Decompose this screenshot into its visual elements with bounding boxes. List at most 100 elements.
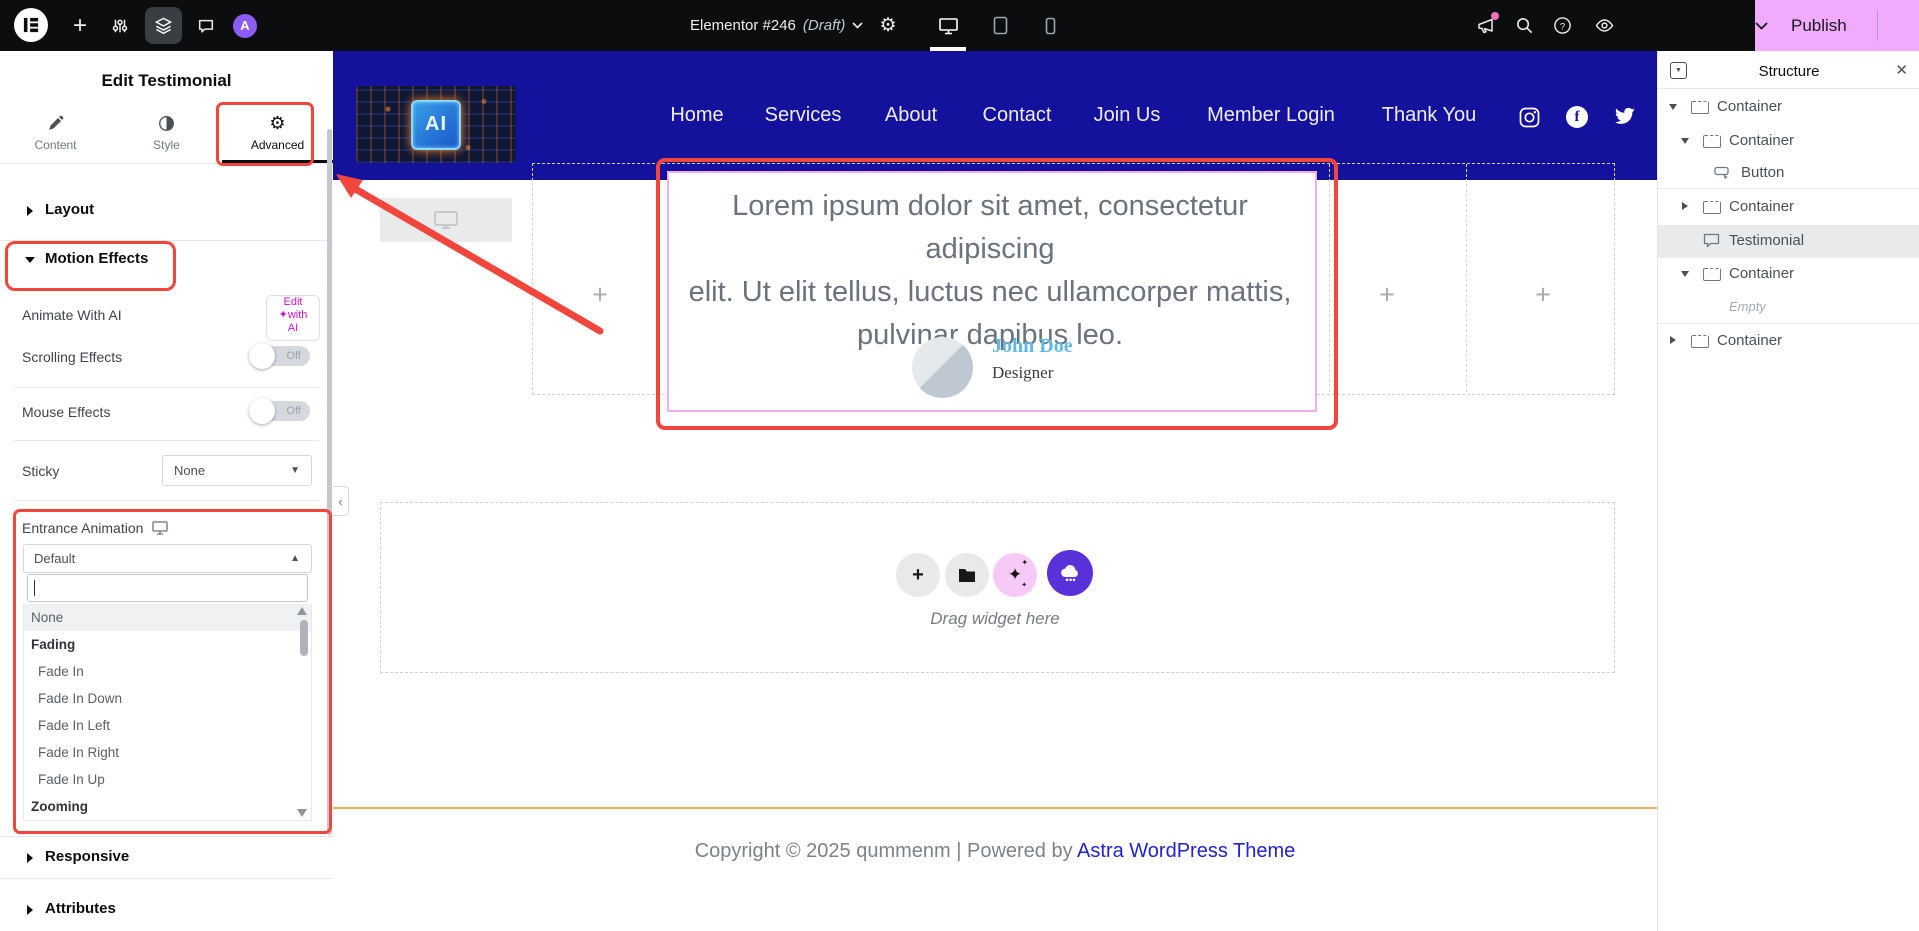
- toggle-off-label: Off: [287, 405, 301, 417]
- responsive-monitor-icon[interactable]: [152, 521, 168, 535]
- notification-dot: [1491, 12, 1499, 20]
- empty-widget-placeholder[interactable]: [380, 198, 512, 242]
- panel-scrollbar[interactable]: [327, 129, 332, 835]
- tab-content[interactable]: Content: [0, 104, 111, 163]
- ai-chip-graphic: AI: [411, 100, 461, 150]
- tab-advanced[interactable]: ⚙ Advanced: [222, 104, 333, 163]
- cloud-templates-button[interactable]: [1047, 550, 1093, 596]
- whats-new-megaphone-icon[interactable]: [1471, 0, 1501, 51]
- nav-member-login[interactable]: Member Login: [1207, 104, 1335, 127]
- panel-collapse-handle[interactable]: ‹: [333, 486, 349, 516]
- scrolling-effects-toggle[interactable]: Off: [252, 346, 310, 366]
- edit-with-ai-line2: ✦with: [267, 309, 319, 322]
- column-divider: [1329, 164, 1330, 392]
- column-divider: [1466, 164, 1467, 392]
- structure-item-button[interactable]: Button: [1658, 157, 1919, 189]
- help-icon[interactable]: ?: [1548, 0, 1576, 51]
- nav-home[interactable]: Home: [670, 104, 723, 127]
- nav-contact[interactable]: Contact: [983, 104, 1052, 127]
- panel-title: Edit Testimonial: [0, 71, 333, 91]
- chevron-down-icon[interactable]: [1669, 104, 1677, 110]
- edit-with-ai-button[interactable]: Edit ✦with AI: [266, 295, 320, 341]
- search-icon[interactable]: [1510, 0, 1538, 51]
- container-icon: [1703, 201, 1721, 214]
- list-scrollbar-thumb[interactable]: [300, 620, 308, 656]
- template-library-button[interactable]: [945, 553, 989, 597]
- widget-settings-panel: Edit Testimonial Content Style ⚙ Advance…: [0, 51, 333, 931]
- structure-item-empty: Empty: [1658, 292, 1919, 324]
- publish-options-chevron-icon: [1755, 22, 1768, 30]
- close-icon[interactable]: ✕: [1895, 61, 1908, 79]
- container-icon: [1691, 101, 1709, 114]
- entrance-animation-value: Default: [34, 551, 75, 566]
- animate-with-ai-label: Animate With AI: [22, 307, 122, 323]
- structure-item-container-2[interactable]: Container: [1658, 125, 1919, 157]
- dropdown-option-none[interactable]: None: [24, 604, 311, 631]
- pencil-icon: [47, 115, 64, 132]
- drag-widget-here-label: Drag widget here: [333, 609, 1657, 629]
- edit-with-ai-line1: Edit: [267, 296, 319, 309]
- site-settings-icon[interactable]: [106, 0, 134, 51]
- structure-panel-icon[interactable]: [145, 7, 182, 44]
- facebook-icon[interactable]: f: [1566, 106, 1588, 128]
- entrance-animation-select[interactable]: Default ▲: [23, 544, 312, 573]
- animation-search-input[interactable]: [27, 574, 308, 602]
- testimonial-text: Lorem ipsum dolor sit amet, consectetur …: [687, 185, 1293, 357]
- dropdown-option-fade-in-up[interactable]: Fade In Up: [24, 766, 311, 793]
- nav-about[interactable]: About: [885, 104, 937, 127]
- plus-icon: +: [912, 564, 924, 587]
- device-mobile-icon[interactable]: [1038, 0, 1062, 51]
- astra-theme-link[interactable]: Astra WordPress Theme: [1077, 840, 1295, 862]
- structure-item-container-4[interactable]: Container: [1658, 258, 1919, 290]
- caret-down-icon: ▼: [290, 465, 300, 476]
- tab-style-label: Style: [153, 138, 180, 152]
- device-desktop-icon[interactable]: [933, 0, 963, 51]
- structure-item-container-5[interactable]: Container: [1658, 325, 1919, 357]
- nav-thank-you[interactable]: Thank You: [1382, 104, 1477, 127]
- site-logo-image[interactable]: AI: [356, 86, 516, 163]
- structure-item-container-3[interactable]: Container: [1658, 191, 1919, 223]
- nav-services[interactable]: Services: [765, 104, 842, 127]
- astra-theme-icon[interactable]: A: [232, 0, 258, 51]
- settings-gear-icon[interactable]: ⚙: [874, 0, 902, 51]
- chevron-right-icon[interactable]: [1682, 202, 1688, 210]
- mouse-effects-toggle[interactable]: Off: [252, 401, 310, 421]
- preview-eye-icon[interactable]: [1589, 0, 1619, 51]
- list-scroll-up-icon[interactable]: [297, 607, 307, 615]
- add-element-icon[interactable]: +: [66, 0, 94, 51]
- dropdown-option-fade-in-right[interactable]: Fade In Right: [24, 739, 311, 766]
- animation-dropdown-list: None Fading Fade In Fade In Down Fade In…: [23, 604, 312, 821]
- elementor-editor: + A Elementor #246 (Draft) ⚙: [0, 0, 1919, 931]
- chevron-down-icon[interactable]: [1681, 271, 1689, 277]
- list-scroll-down-icon[interactable]: [297, 809, 307, 817]
- publish-button[interactable]: Publish: [1755, 0, 1919, 51]
- twitter-icon[interactable]: [1614, 107, 1636, 126]
- notes-icon[interactable]: [192, 0, 220, 51]
- ai-builder-button[interactable]: ✦✦✦: [993, 553, 1037, 597]
- dropdown-option-fade-in-left[interactable]: Fade In Left: [24, 712, 311, 739]
- add-widget-plus-icon[interactable]: +: [1535, 280, 1551, 311]
- tab-style[interactable]: Style: [111, 104, 222, 163]
- add-widget-plus-icon[interactable]: +: [1379, 280, 1395, 311]
- testimonial-avatar: [912, 337, 973, 398]
- nav-join-us[interactable]: Join Us: [1094, 104, 1161, 127]
- add-widget-button[interactable]: +: [896, 553, 940, 597]
- dropdown-option-fade-in-down[interactable]: Fade In Down: [24, 685, 311, 712]
- device-tablet-icon[interactable]: [986, 0, 1014, 51]
- structure-item-testimonial[interactable]: Testimonial: [1658, 225, 1919, 257]
- document-status: (Draft): [803, 17, 846, 34]
- document-switcher[interactable]: Elementor #246 (Draft): [690, 0, 863, 51]
- testimonial-role: Designer: [992, 363, 1053, 383]
- instagram-icon[interactable]: [1519, 107, 1540, 128]
- chevron-down-icon: [25, 257, 35, 263]
- entrance-animation-label: Entrance Animation: [22, 520, 143, 536]
- add-widget-plus-icon[interactable]: +: [592, 280, 608, 311]
- chevron-down-icon: [852, 22, 863, 29]
- elementor-logo[interactable]: [14, 8, 48, 42]
- structure-item-container-1[interactable]: Container: [1658, 91, 1919, 123]
- structure-panel-title: Structure: [1658, 63, 1919, 80]
- dropdown-option-fade-in[interactable]: Fade In: [24, 658, 311, 685]
- chevron-down-icon[interactable]: [1681, 138, 1689, 144]
- sticky-select[interactable]: None ▼: [162, 455, 312, 486]
- chevron-right-icon[interactable]: [1670, 336, 1676, 344]
